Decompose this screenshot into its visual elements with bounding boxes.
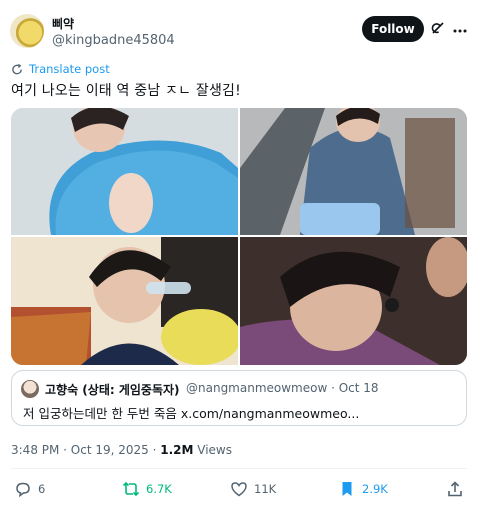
author-avatar[interactable] <box>10 14 44 48</box>
like-count: 11K <box>254 482 277 496</box>
reply-button[interactable]: 6 <box>14 480 45 498</box>
reply-icon <box>16 482 30 498</box>
quote-handle-time: @nangmanmeowmeow · Oct 18 <box>186 381 379 395</box>
photo-2[interactable] <box>240 108 467 235</box>
media-grid <box>11 108 467 365</box>
repost-count: 6.7K <box>146 482 172 496</box>
bookmark-count: 2.9K <box>362 482 388 496</box>
like-button[interactable]: 11K <box>230 480 276 498</box>
translate-post-link[interactable]: Translate post <box>11 62 110 76</box>
bookmark-button[interactable]: 2.9K <box>338 480 388 498</box>
more-icon[interactable] <box>452 22 468 34</box>
share-button[interactable] <box>446 480 464 498</box>
photo-4[interactable] <box>240 237 467 365</box>
translate-label: Translate post <box>29 62 110 76</box>
reply-count: 6 <box>38 482 46 496</box>
bookmark-icon <box>342 482 352 496</box>
author-display-name[interactable]: 삐약 <box>52 15 74 32</box>
photo-3[interactable] <box>11 237 238 365</box>
views-label: Views <box>193 443 232 457</box>
repost-button[interactable]: 6.7K <box>122 480 172 498</box>
post-meta: 3:48 PM · Oct 19, 2025 · 1.2M Views <box>11 443 232 457</box>
quote-avatar[interactable] <box>21 380 39 398</box>
repost-icon <box>122 481 140 497</box>
tweet-text: 여기 나오는 이태 역 중남 ㅈㄴ 잘생김! <box>11 83 241 99</box>
author-handle[interactable]: @kingbadne45804 <box>52 33 175 48</box>
quote-text: 저 입궁하는데만 한 두번 죽음 x.com/nangmanmeowmeo... <box>23 406 360 421</box>
views-count: 1.2M <box>160 443 194 457</box>
quote-display-name[interactable]: 고향숙 (상태: 게임중독자) <box>45 381 180 398</box>
divider <box>11 468 467 469</box>
post-timestamp[interactable]: 3:48 PM · Oct 19, 2025 · <box>11 443 160 457</box>
follow-button[interactable]: Follow <box>362 16 424 42</box>
grok-icon[interactable] <box>430 20 446 36</box>
photo-1[interactable] <box>11 108 238 235</box>
share-icon <box>448 481 462 497</box>
translate-icon <box>12 63 22 74</box>
quoted-post[interactable]: 고향숙 (상태: 게임중독자) @nangmanmeowmeow · Oct 1… <box>11 370 467 426</box>
heart-icon <box>231 482 247 497</box>
